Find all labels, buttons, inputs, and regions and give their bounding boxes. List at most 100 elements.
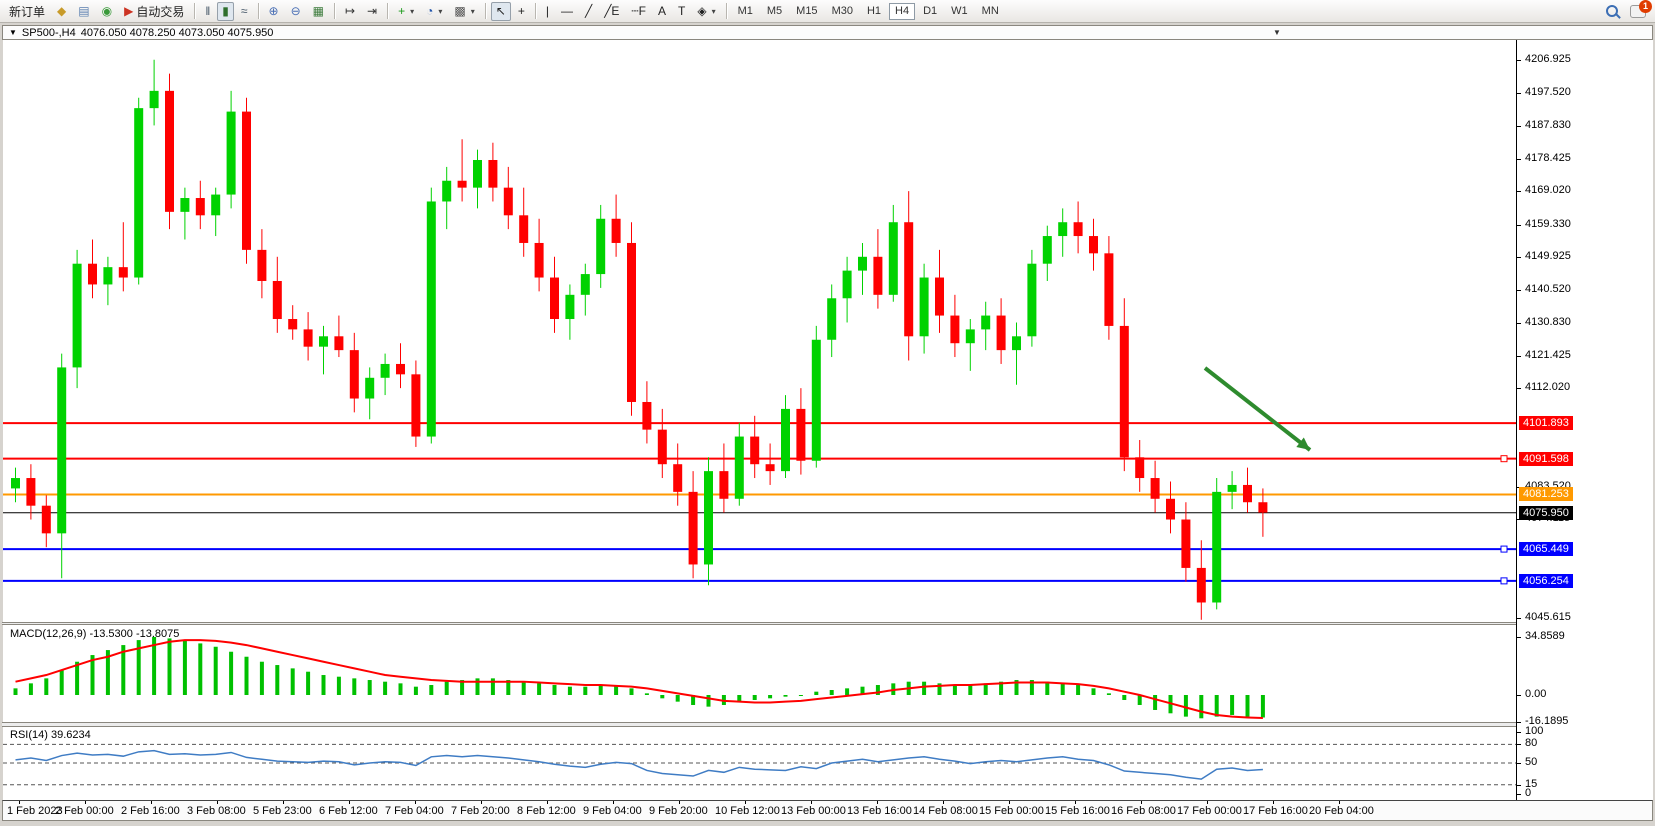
text-icon[interactable]: A (653, 2, 671, 21)
price-tick-label: 4206.925 (1525, 53, 1571, 66)
signal-icon[interactable]: ◉ (97, 2, 117, 21)
price-tick-label: 4187.830 (1525, 119, 1571, 132)
price-level-badge: 4075.950 (1519, 506, 1573, 520)
candle-body (119, 267, 128, 277)
macd-histogram-bar (229, 652, 233, 695)
line-handle[interactable] (1501, 456, 1507, 462)
zoom-in-icon[interactable]: ⊕ (264, 2, 284, 21)
axis-tick-mark (1517, 722, 1521, 723)
candlestick-chart-icon[interactable]: ▮ (217, 2, 234, 21)
shapes-icon[interactable]: ◈▾ (692, 2, 720, 21)
periods-icon[interactable]: ◔▾ (421, 2, 447, 21)
vertical-line-icon[interactable]: | (541, 2, 554, 21)
templates-icon: ▩ (454, 5, 465, 17)
candle-body (550, 278, 559, 319)
line-chart-icon[interactable]: ≈ (236, 2, 253, 21)
textlabel-icon: T (678, 5, 685, 17)
candle-body (781, 409, 790, 471)
trendline-icon[interactable]: ╱ (580, 2, 597, 21)
fibonacci-icon[interactable]: ┄F (626, 2, 651, 21)
macd-histogram-bar (306, 672, 310, 695)
price-chart-canvas[interactable] (3, 40, 1516, 622)
horizontal-line-icon[interactable]: — (556, 2, 578, 21)
chart-shift-icon[interactable]: ⇥ (362, 2, 382, 21)
time-axis[interactable]: 1 Feb 20232 Feb 00:002 Feb 16:003 Feb 08… (2, 800, 1653, 821)
line-handle[interactable] (1501, 578, 1507, 584)
price-axis[interactable]: 4206.9254197.5204187.8304178.4254169.020… (1516, 40, 1653, 800)
symbol-dropdown-icon[interactable]: ▼ (9, 28, 17, 37)
time-tick-mark (481, 801, 482, 804)
time-tick-mark (613, 801, 614, 804)
candle-body (334, 336, 343, 350)
annotation-arrow[interactable] (1205, 368, 1310, 450)
timeframe-w1[interactable]: W1 (945, 3, 974, 20)
timeframe-h1[interactable]: H1 (861, 3, 887, 20)
macd-histogram-bar (1153, 695, 1157, 710)
navigator-icon[interactable]: ▤ (73, 2, 94, 21)
macd-histogram-bar (260, 662, 264, 695)
templates-icon[interactable]: ▩▾ (449, 2, 479, 21)
bar-chart-icon: ǁ (205, 5, 210, 17)
timeframe-h4[interactable]: H4 (889, 3, 915, 20)
timeframe-m5[interactable]: M5 (761, 3, 788, 20)
candle-body (411, 374, 420, 436)
bar-chart-icon[interactable]: ǁ (200, 2, 215, 21)
time-label: 2 Feb 00:00 (55, 805, 114, 817)
macd-histogram-bar (1045, 682, 1049, 695)
notification-icon[interactable]: 1 (1625, 2, 1651, 21)
macd-histogram-bar (537, 683, 541, 695)
macd-histogram-bar (922, 682, 926, 695)
macd-histogram-bar (645, 693, 649, 695)
candle-body (596, 219, 605, 274)
macd-histogram-bar (768, 695, 772, 698)
timeframe-m1[interactable]: M1 (732, 3, 759, 20)
macd-histogram-bar (1184, 695, 1188, 717)
tile-windows-icon[interactable]: ▦ (308, 2, 329, 21)
auto-scroll-icon: ↦ (345, 5, 355, 17)
auto-scroll-icon[interactable]: ↦ (340, 2, 360, 21)
price-level-badge: 4091.598 (1519, 452, 1573, 466)
timeframe-mn[interactable]: MN (976, 3, 1005, 20)
new-order-button[interactable]: 新订单 (4, 2, 50, 21)
cursor-icon[interactable]: ↖ (491, 2, 511, 21)
timeframe-d1[interactable]: D1 (917, 3, 943, 20)
candle-body (458, 181, 467, 188)
time-tick-mark (1207, 801, 1208, 804)
crosshair-icon[interactable]: + (513, 2, 530, 21)
notification-badge: 1 (1639, 0, 1652, 13)
time-tick-mark (217, 801, 218, 804)
candle-body (504, 188, 513, 216)
toolbar-separator (485, 3, 486, 19)
chart-shift-marker[interactable]: ▼ (1273, 28, 1281, 37)
macd-histogram-bar (29, 683, 33, 695)
macd-histogram-bar (1092, 688, 1096, 695)
line-handle[interactable] (1501, 546, 1507, 552)
macd-pane-canvas[interactable] (3, 625, 1516, 722)
channel-icon[interactable]: ╱E (599, 2, 624, 21)
macd-histogram-bar (198, 643, 202, 695)
textlabel-icon[interactable]: T (673, 2, 690, 21)
macd-histogram-bar (968, 685, 972, 695)
candle-body (1212, 492, 1221, 603)
timeframe-m15[interactable]: M15 (790, 3, 823, 20)
chart-title-bar[interactable]: ▼ SP500-,H4 4076.050 4078.250 4073.050 4… (2, 25, 1653, 40)
timeframe-m30[interactable]: M30 (826, 3, 859, 20)
candle-body (766, 464, 775, 471)
candle-body (1228, 485, 1237, 492)
candle-body (350, 350, 359, 398)
market-watch-icon[interactable]: ◆ (52, 2, 71, 21)
macd-histogram-bar (799, 695, 803, 696)
search-icon[interactable] (1601, 2, 1623, 21)
add-indicator-icon[interactable]: +▾ (393, 2, 419, 21)
candle-body (612, 219, 621, 243)
candle-body (427, 201, 436, 436)
candle-body (519, 215, 528, 243)
price-tick-label: 4121.425 (1525, 349, 1571, 362)
macd-histogram-bar (1061, 683, 1065, 695)
candle-body (997, 316, 1006, 351)
chevron-down-icon: ▾ (410, 7, 414, 16)
rsi-pane-canvas[interactable] (3, 727, 1516, 800)
autotrading-button[interactable]: ▶自动交易 (119, 2, 189, 21)
time-label: 7 Feb 20:00 (451, 805, 510, 817)
zoom-out-icon[interactable]: ⊖ (286, 2, 306, 21)
